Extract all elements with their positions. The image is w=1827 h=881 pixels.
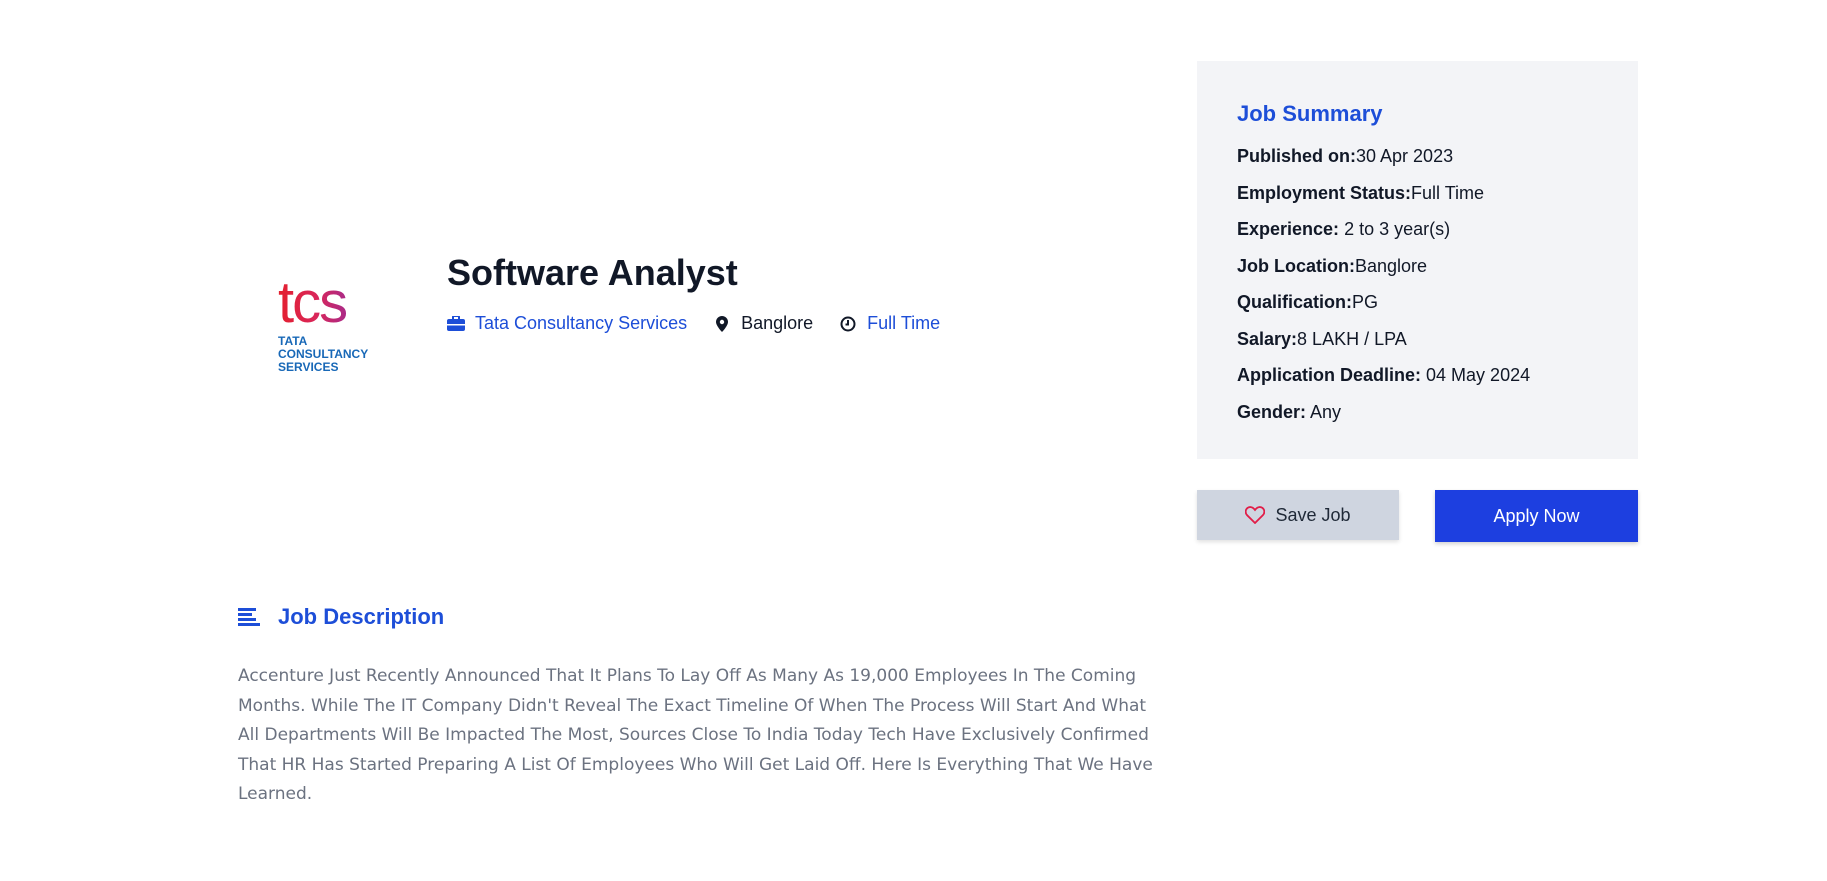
location-text: Banglore (741, 313, 814, 333)
align-left-icon (238, 608, 260, 626)
save-job-label: Save Job (1275, 504, 1351, 525)
job-description-heading: Job Description (278, 604, 445, 629)
company-logo: tcs TATA CONSULTANCY SERVICES (278, 274, 388, 387)
map-pin-icon (713, 315, 731, 333)
company-name: Tata Consultancy Services (475, 313, 688, 333)
job-type[interactable]: Full Time (839, 313, 940, 334)
logo-wordmark: tcs (278, 274, 388, 332)
heart-icon (1245, 506, 1266, 524)
job-description-text: Accenture Just Recently Announced That I… (238, 666, 1153, 804)
job-type-text: Full Time (867, 313, 941, 333)
summary-row-qualification: Qualification:PG (1237, 292, 1379, 312)
job-summary-card: Job Summary Published on:30 Apr 2023 Emp… (1197, 61, 1638, 459)
job-description-header: Job Description (238, 604, 444, 630)
summary-row-gender: Gender: Any (1237, 401, 1342, 422)
clock-icon (839, 315, 857, 333)
company-link[interactable]: Tata Consultancy Services (447, 313, 687, 334)
summary-row-published: Published on:30 Apr 2023 (1237, 146, 1454, 166)
summary-row-experience: Experience: 2 to 3 year(s) (1237, 219, 1451, 239)
summary-row-location: Job Location:Banglore (1237, 255, 1428, 276)
summary-row-employment-status: Employment Status:Full Time (1237, 182, 1485, 203)
job-title: Software Analyst (447, 252, 738, 293)
briefcase-icon (447, 315, 465, 333)
logo-subtext: TATA CONSULTANCY SERVICES (278, 334, 369, 374)
summary-row-deadline: Application Deadline: 04 May 2024 (1237, 365, 1531, 385)
job-location: Banglore (713, 313, 813, 334)
job-meta: Tata Consultancy Services Banglore Full … (447, 313, 966, 334)
save-job-button[interactable]: Save Job (1197, 490, 1399, 540)
job-summary-heading: Job Summary (1237, 101, 1383, 126)
job-detail-page: tcs TATA CONSULTANCY SERVICES Software A… (0, 0, 1827, 881)
summary-row-salary: Salary:8 LAKH / LPA (1237, 328, 1407, 349)
apply-now-button[interactable]: Apply Now (1435, 490, 1638, 542)
